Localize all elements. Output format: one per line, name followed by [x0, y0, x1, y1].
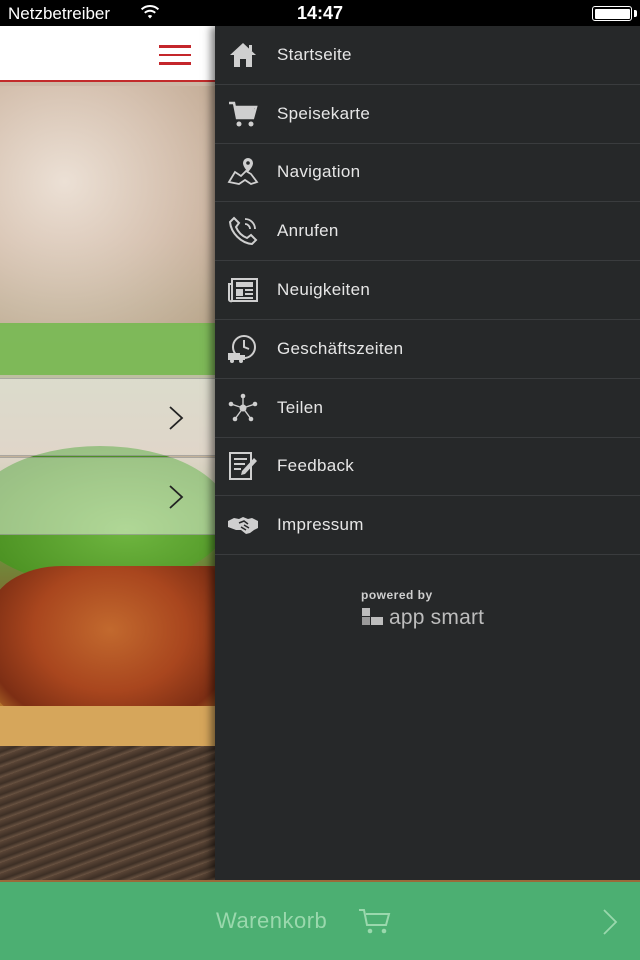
home-icon [226, 38, 260, 72]
battery-tip [634, 10, 637, 17]
background-image [0, 86, 215, 326]
hamburger-menu-icon[interactable] [159, 45, 191, 65]
side-menu: Startseite Speisekarte Navigation Anrufe… [215, 26, 640, 880]
menu-label: Impressum [277, 515, 364, 535]
menu-item-geschaeftszeiten[interactable]: Geschäftszeiten [215, 320, 640, 379]
share-network-icon [226, 391, 260, 425]
menu-item-anrufen[interactable]: Anrufen [215, 202, 640, 262]
menu-label: Teilen [277, 397, 324, 417]
map-pin-icon [226, 155, 260, 189]
wood-board-image [0, 746, 215, 880]
menu-item-neuigkeiten[interactable]: Neuigkeiten [215, 261, 640, 320]
menu-label: Geschäftszeiten [277, 338, 404, 358]
green-banner[interactable] [0, 323, 215, 375]
list-item[interactable] [0, 457, 215, 535]
menu-label: Speisekarte [277, 103, 371, 123]
menu-item-impressum[interactable]: Impressum [215, 496, 640, 556]
main-page [0, 26, 215, 880]
cart-bar[interactable]: Warenkorb [0, 880, 640, 960]
main-header [0, 26, 215, 82]
chevron-right-icon [169, 406, 184, 430]
clock-truck-icon [226, 332, 260, 366]
menu-label: Feedback [277, 456, 355, 476]
status-bar: Netzbetreiber 14:47 [0, 0, 640, 26]
powered-by-badge[interactable]: powered by app smart [361, 588, 484, 630]
phone-icon [226, 214, 260, 248]
menu-item-speisekarte[interactable]: Speisekarte [215, 85, 640, 144]
menu-item-navigation[interactable]: Navigation [215, 144, 640, 203]
cart-icon [226, 97, 260, 131]
chevron-right-icon [169, 485, 184, 509]
appsmart-brand: app smart [389, 606, 485, 629]
chevron-right-icon [603, 909, 618, 935]
handshake-icon [226, 508, 260, 542]
newspaper-icon [226, 273, 260, 307]
menu-label: Navigation [277, 162, 361, 182]
clock-time: 14:47 [296, 3, 344, 23]
shopping-cart-icon [359, 909, 391, 934]
menu-label: Anrufen [277, 221, 339, 241]
menu-item-startseite[interactable]: Startseite [215, 26, 640, 85]
menu-item-feedback[interactable]: Feedback [215, 438, 640, 497]
pizza-image [0, 566, 215, 726]
menu-label: Startseite [277, 44, 352, 64]
feedback-form-icon [226, 449, 260, 483]
powered-by-label: powered by [361, 588, 433, 602]
appsmart-logo-icon [362, 608, 383, 625]
menu-item-teilen[interactable]: Teilen [215, 379, 640, 438]
cart-label: Warenkorb [216, 908, 328, 933]
appsmart-logo: app smart [361, 606, 484, 630]
menu-label: Neuigkeiten [277, 280, 371, 300]
battery-icon [592, 6, 632, 21]
list-item[interactable] [0, 378, 215, 456]
